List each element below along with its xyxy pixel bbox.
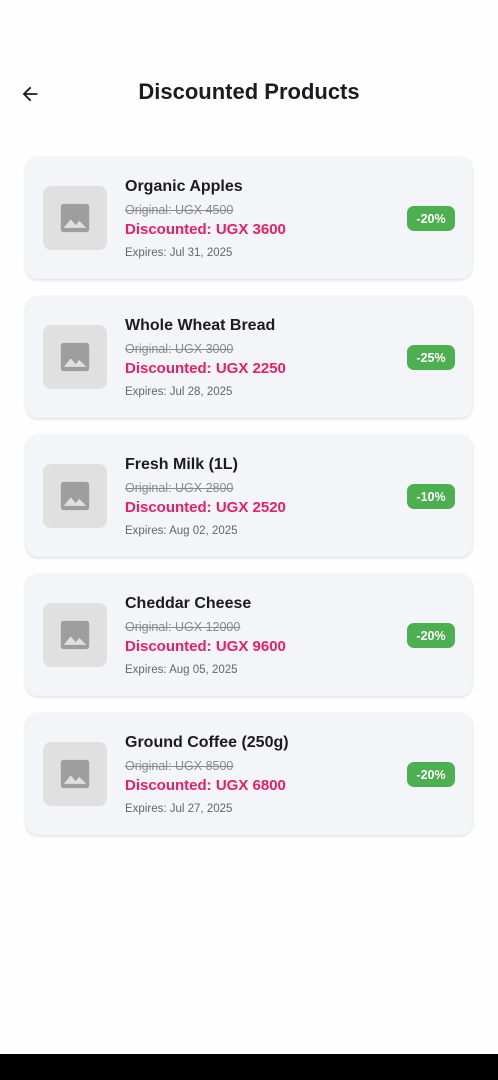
product-card[interactable]: Ground Coffee (250g) Original: UGX 8500 …: [26, 713, 472, 835]
system-nav-bar: [0, 1054, 498, 1080]
expiry-date: Expires: Aug 05, 2025: [125, 664, 238, 676]
product-image-placeholder: [43, 464, 107, 528]
image-icon: [60, 759, 90, 789]
discount-badge: -20%: [407, 623, 455, 648]
discount-badge: -25%: [407, 345, 455, 370]
discounted-price: Discounted: UGX 6800: [125, 777, 286, 794]
original-price: Original: UGX 3000: [125, 342, 234, 356]
image-icon: [60, 481, 90, 511]
discount-badge: -20%: [407, 762, 455, 787]
discount-badge: -20%: [407, 206, 455, 231]
product-list: Organic Apples Original: UGX 4500 Discou…: [26, 157, 472, 852]
discounted-price: Discounted: UGX 3600: [125, 221, 286, 238]
product-name: Cheddar Cheese: [125, 595, 252, 612]
expiry-date: Expires: Jul 27, 2025: [125, 803, 233, 815]
product-image-placeholder: [43, 325, 107, 389]
original-price: Original: UGX 2800: [125, 481, 234, 495]
discounted-price: Discounted: UGX 2520: [125, 499, 286, 516]
original-price: Original: UGX 12000: [125, 620, 241, 634]
image-icon: [60, 203, 90, 233]
original-price: Original: UGX 8500: [125, 759, 234, 773]
product-image-placeholder: [43, 603, 107, 667]
product-name: Whole Wheat Bread: [125, 317, 276, 334]
expiry-date: Expires: Aug 02, 2025: [125, 525, 238, 537]
expiry-date: Expires: Jul 31, 2025: [125, 247, 233, 259]
app-bar: Discounted Products: [0, 72, 498, 114]
product-card[interactable]: Fresh Milk (1L) Original: UGX 2800 Disco…: [26, 435, 472, 557]
product-image-placeholder: [43, 742, 107, 806]
original-price: Original: UGX 4500: [125, 203, 234, 217]
product-name: Fresh Milk (1L): [125, 456, 238, 473]
discounted-price: Discounted: UGX 9600: [125, 638, 286, 655]
product-image-placeholder: [43, 186, 107, 250]
expiry-date: Expires: Jul 28, 2025: [125, 386, 233, 398]
product-name: Ground Coffee (250g): [125, 734, 289, 751]
product-card[interactable]: Organic Apples Original: UGX 4500 Discou…: [26, 157, 472, 279]
page-title: Discounted Products: [138, 79, 360, 104]
product-name: Organic Apples: [125, 178, 243, 195]
discounted-price: Discounted: UGX 2250: [125, 360, 286, 377]
product-card[interactable]: Whole Wheat Bread Original: UGX 3000 Dis…: [26, 296, 472, 418]
image-icon: [60, 342, 90, 372]
image-icon: [60, 620, 90, 650]
discount-badge: -10%: [407, 484, 455, 509]
product-card[interactable]: Cheddar Cheese Original: UGX 12000 Disco…: [26, 574, 472, 696]
